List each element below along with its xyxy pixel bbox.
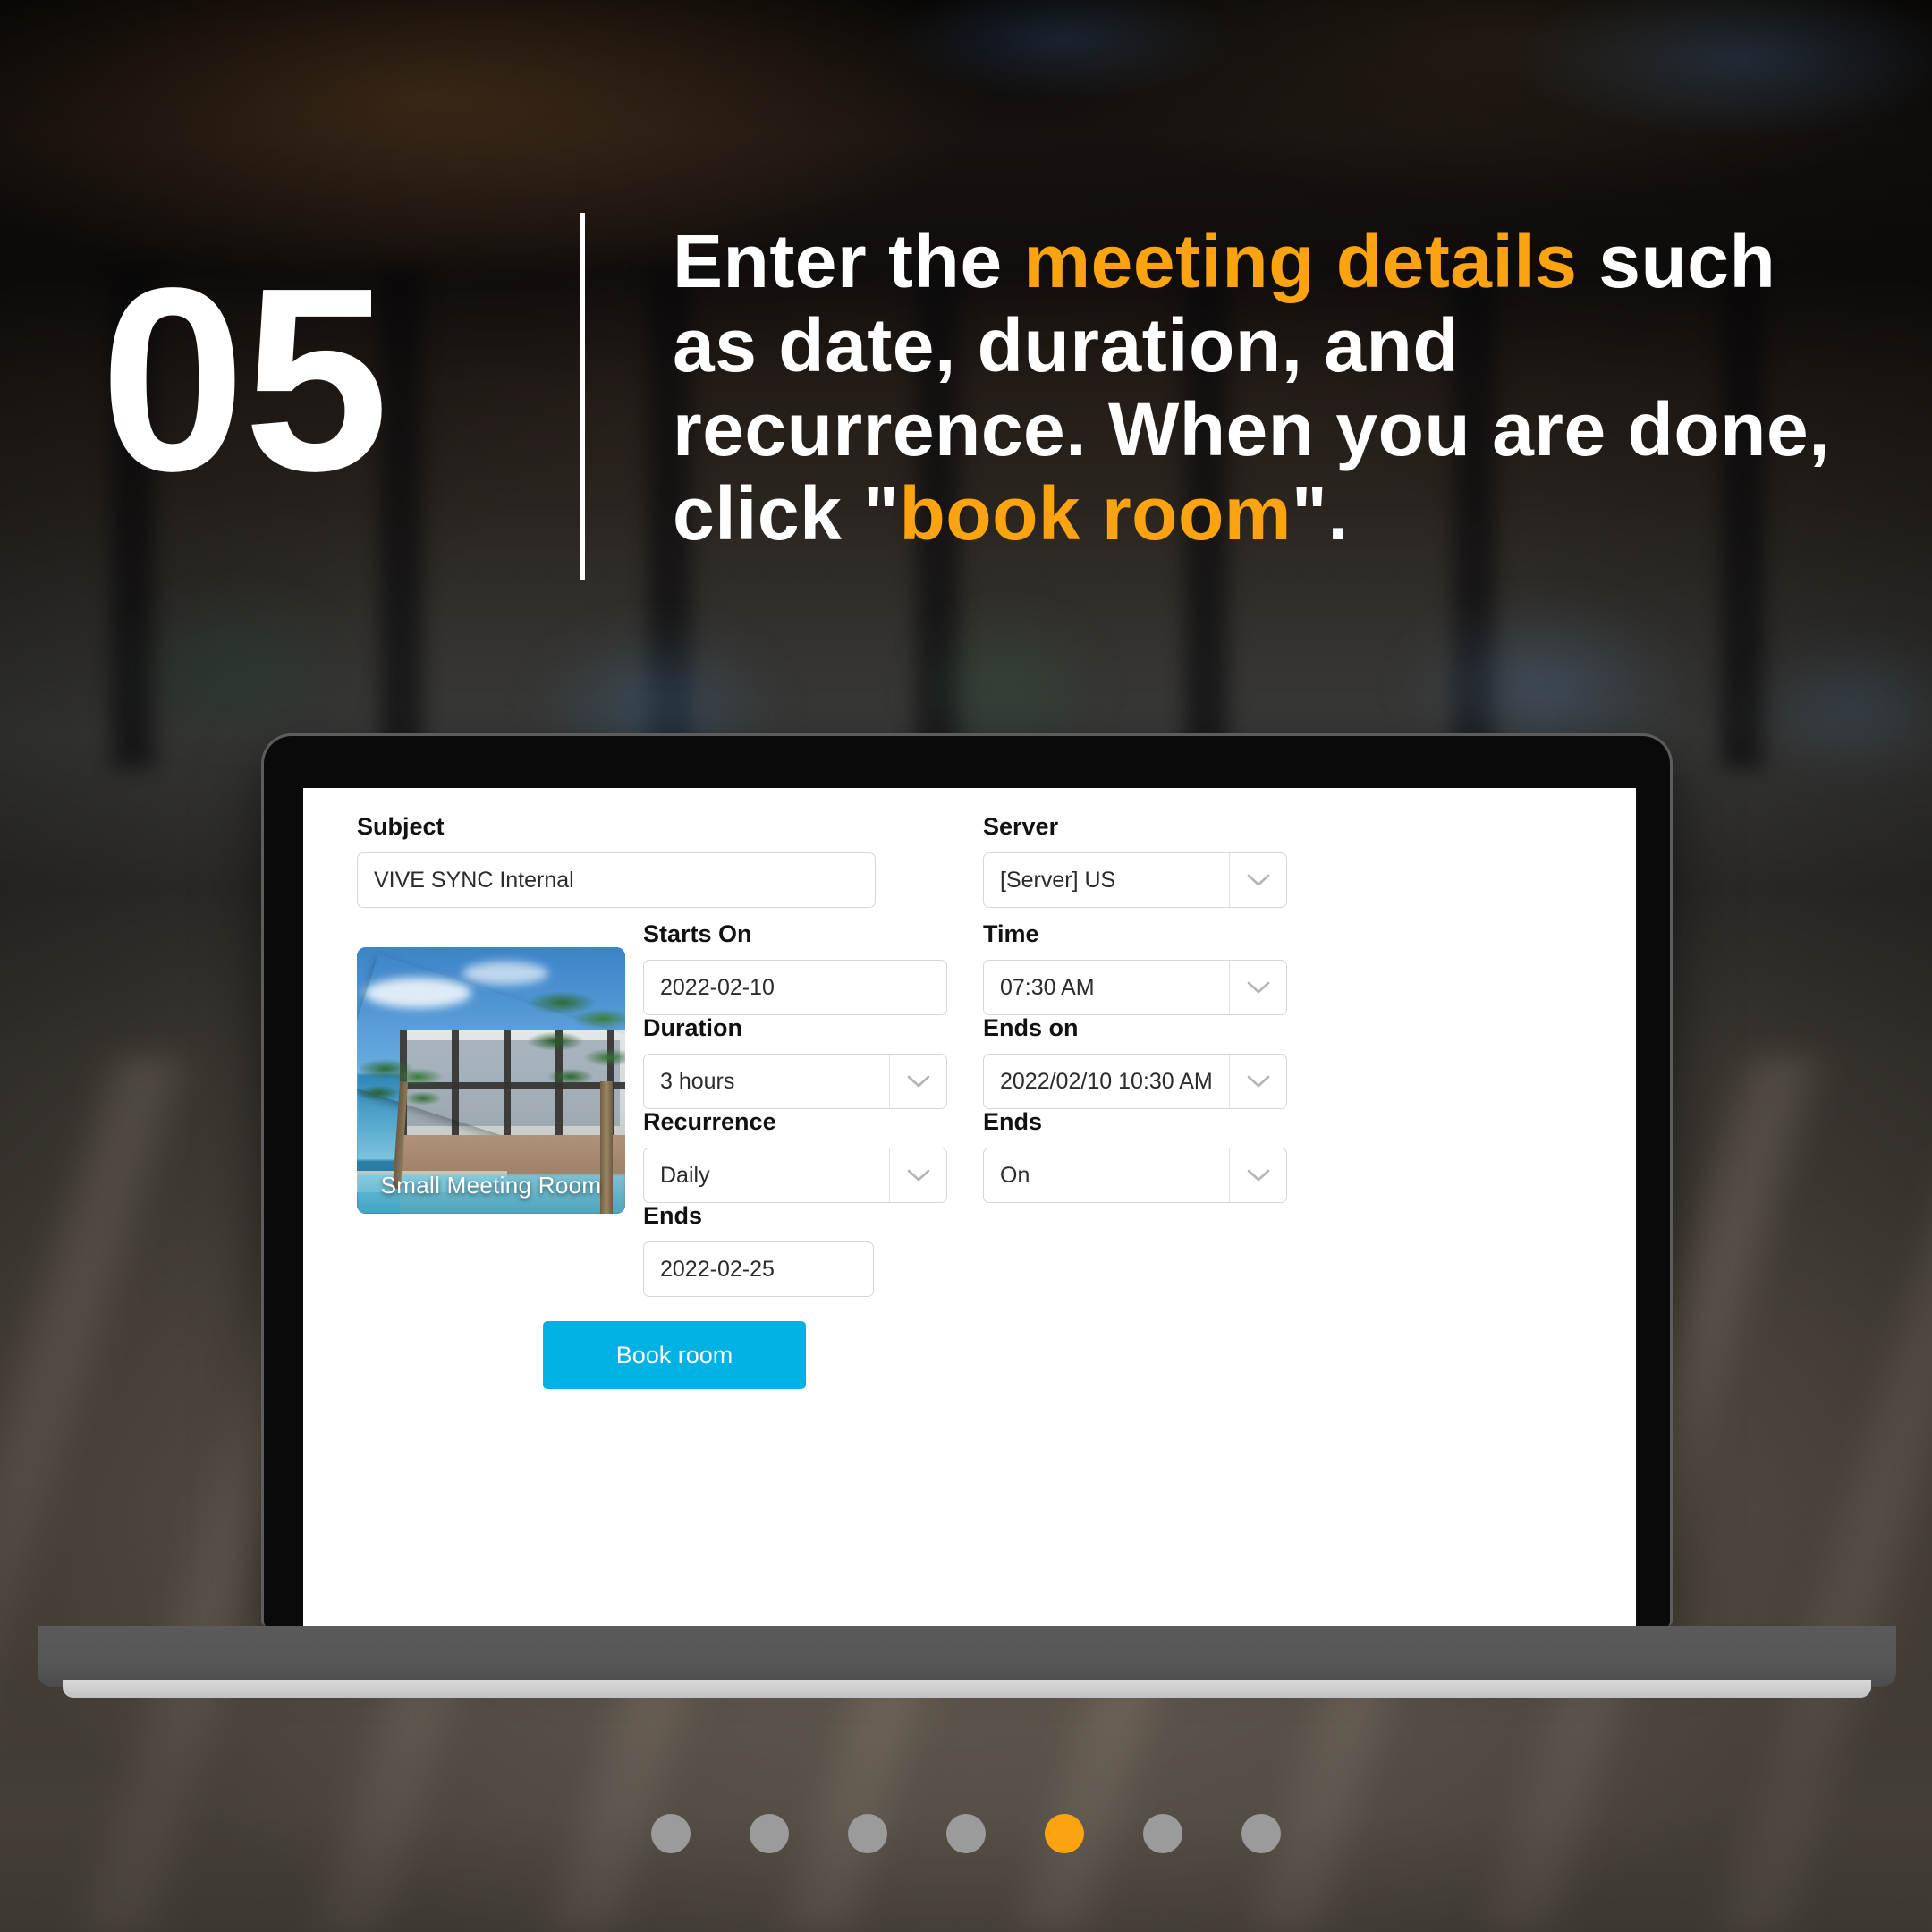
starts-on-label: Starts On bbox=[643, 920, 752, 947]
ends-mode-select[interactable]: On bbox=[983, 1148, 1287, 1203]
thumb-cloud-right-icon bbox=[462, 962, 548, 985]
book-room-form: Subject VIVE SYNC Internal Small Meeting… bbox=[303, 788, 1636, 1626]
recurrence-ends-input[interactable]: 2022-02-25 bbox=[643, 1241, 874, 1297]
subject-label: Subject bbox=[357, 813, 445, 840]
step-number: 05 bbox=[100, 233, 389, 525]
recurrence-field-group: Recurrence Daily bbox=[643, 1108, 947, 1203]
laptop-mockup: Subject VIVE SYNC Internal Small Meeting… bbox=[38, 733, 1896, 1698]
chevron-down-icon[interactable] bbox=[1229, 853, 1286, 907]
recurrence-value: Daily bbox=[660, 1162, 710, 1188]
time-field-group: Time 07:30 AM bbox=[983, 920, 1287, 1015]
duration-value: 3 hours bbox=[660, 1068, 735, 1094]
ends-mode-label: Ends bbox=[983, 1108, 1043, 1135]
recurrence-ends-value: 2022-02-25 bbox=[660, 1256, 775, 1282]
ends-on-label: Ends on bbox=[983, 1014, 1079, 1041]
subject-value: VIVE SYNC Internal bbox=[374, 867, 574, 893]
chevron-down-icon[interactable] bbox=[1229, 1055, 1286, 1108]
pagination-dot-2[interactable] bbox=[750, 1814, 789, 1853]
chevron-down-icon[interactable] bbox=[1229, 961, 1286, 1014]
pagination-dot-1[interactable] bbox=[651, 1814, 691, 1853]
room-name-caption: Small Meeting Room bbox=[380, 1172, 602, 1199]
chevron-down-icon[interactable] bbox=[889, 1148, 946, 1202]
starts-on-field-group: Starts On 2022-02-10 bbox=[643, 920, 947, 1015]
headline-part-3: book room bbox=[899, 471, 1292, 556]
room-thumbnail-image: Small Meeting Room bbox=[357, 947, 625, 1214]
server-label: Server bbox=[983, 813, 1059, 840]
laptop-foot bbox=[63, 1680, 1871, 1698]
room-thumbnail[interactable]: Small Meeting Room bbox=[357, 947, 625, 1214]
thumb-palm-right-icon bbox=[523, 987, 625, 1148]
recurrence-select[interactable]: Daily bbox=[643, 1148, 947, 1203]
time-value: 07:30 AM bbox=[1000, 974, 1095, 1000]
ends-on-value: 2022/02/10 10:30 AM bbox=[1000, 1068, 1213, 1094]
pagination-dots bbox=[0, 1814, 1932, 1853]
recurrence-label: Recurrence bbox=[643, 1108, 776, 1135]
ends-on-field-group: Ends on 2022/02/10 10:30 AM bbox=[983, 1014, 1287, 1109]
time-select[interactable]: 07:30 AM bbox=[983, 960, 1287, 1015]
server-field-group: Server [Server] US bbox=[983, 813, 1287, 908]
laptop-lid: Subject VIVE SYNC Internal Small Meeting… bbox=[261, 733, 1673, 1626]
chevron-down-icon[interactable] bbox=[889, 1055, 946, 1108]
subject-field-group: Subject VIVE SYNC Internal bbox=[357, 813, 876, 908]
pagination-dot-5[interactable] bbox=[1045, 1814, 1084, 1853]
pagination-dot-3[interactable] bbox=[848, 1814, 887, 1853]
laptop-screen: Subject VIVE SYNC Internal Small Meeting… bbox=[303, 788, 1636, 1626]
header-divider bbox=[580, 213, 585, 580]
ends-mode-value: On bbox=[1000, 1162, 1030, 1188]
duration-label: Duration bbox=[643, 1014, 742, 1041]
server-value: [Server] US bbox=[1000, 867, 1116, 893]
step-headline: Enter the meeting details such as date, … bbox=[673, 219, 1862, 555]
chevron-down-icon[interactable] bbox=[1229, 1148, 1286, 1202]
pagination-dot-6[interactable] bbox=[1143, 1814, 1182, 1853]
headline-part-0: Enter the bbox=[673, 219, 1024, 303]
duration-select[interactable]: 3 hours bbox=[643, 1054, 947, 1109]
headline-part-4: ". bbox=[1292, 471, 1350, 556]
server-select[interactable]: [Server] US bbox=[983, 852, 1287, 908]
starts-on-input[interactable]: 2022-02-10 bbox=[643, 960, 947, 1015]
recurrence-ends-label: Ends bbox=[643, 1202, 703, 1229]
ends-on-select[interactable]: 2022/02/10 10:30 AM bbox=[983, 1054, 1287, 1109]
ends-mode-field-group: Ends On bbox=[983, 1108, 1287, 1203]
duration-field-group: Duration 3 hours bbox=[643, 1014, 947, 1109]
book-room-button[interactable]: Book room bbox=[543, 1321, 806, 1389]
time-label: Time bbox=[983, 920, 1039, 947]
thumb-palm-left-icon bbox=[360, 1053, 443, 1187]
submit-row: Book room bbox=[543, 1321, 806, 1389]
pagination-dot-4[interactable] bbox=[946, 1814, 986, 1853]
subject-input[interactable]: VIVE SYNC Internal bbox=[357, 852, 876, 908]
starts-on-value: 2022-02-10 bbox=[660, 974, 775, 1000]
recurrence-ends-field-group: Ends 2022-02-25 bbox=[643, 1202, 874, 1297]
laptop-base bbox=[38, 1626, 1896, 1687]
step-header: 05 Enter the meeting details such as dat… bbox=[0, 0, 1932, 590]
pagination-dot-7[interactable] bbox=[1241, 1814, 1281, 1853]
headline-part-1: meeting details bbox=[1023, 219, 1578, 303]
